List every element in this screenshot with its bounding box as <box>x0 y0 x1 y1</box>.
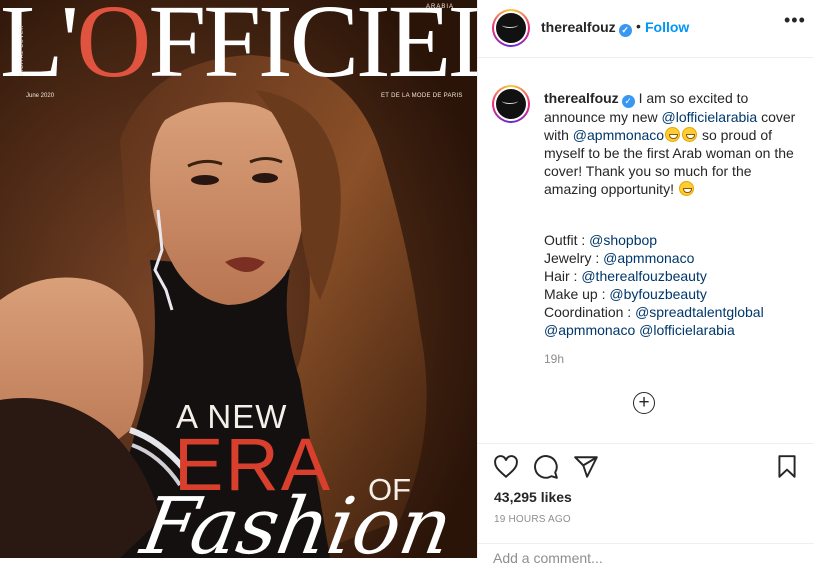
credit-row: Jewelry : @apmmonaco <box>544 249 806 267</box>
credit-label: Coordination : <box>544 304 636 320</box>
cover-arabia: ARABIA <box>426 4 455 10</box>
mention-link[interactable]: @shopbop <box>589 232 657 248</box>
add-comment-bar: Add a comment... <box>478 543 814 566</box>
mention-link[interactable]: @apmmonaco <box>573 127 664 143</box>
credit-row: Coordination : @spreadtalentglobal <box>544 303 806 321</box>
grin-emoji-icon <box>665 127 681 142</box>
comment-icon[interactable] <box>533 454 559 480</box>
caption-username[interactable]: therealfouz <box>544 90 619 106</box>
credit-label: Make up : <box>544 286 610 302</box>
mention-link[interactable]: @byfouzbeauty <box>609 286 707 302</box>
post-actions: 43,295 likes 19 HOURS AGO Add a comment.… <box>478 443 814 566</box>
verified-badge-icon: ✓ <box>618 24 632 37</box>
bookmark-icon[interactable] <box>774 454 800 480</box>
caption-verified-badge-icon: ✓ <box>621 95 635 108</box>
credit-label: Hair : <box>544 268 582 284</box>
post-image[interactable]: L'OFFICIEL ARABIA DIGITAL COVER June 202… <box>0 0 477 558</box>
post-header: therealfouz ✓ • Follow ••• <box>478 0 814 58</box>
mention-link[interactable]: @lofficielarabia <box>662 109 758 125</box>
mention-link[interactable]: @apmmonaco @lofficielarabia <box>544 322 735 338</box>
cover-date: June 2020 <box>26 93 55 99</box>
mention-link[interactable]: @spreadtalentglobal <box>635 304 764 320</box>
caption: therealfouz ✓ I am so excited to announce… <box>544 89 806 198</box>
mention-link[interactable]: @therealfouzbeauty <box>581 268 707 284</box>
credit-row: Make up : @byfouzbeauty <box>544 285 806 303</box>
credit-row: @apmmonaco @lofficielarabia <box>544 321 806 339</box>
grin-emoji-icon <box>678 181 694 196</box>
caption-timestamp[interactable]: 19h <box>544 352 564 366</box>
post-side-panel: therealfouz ✓ • Follow ••• therealfouz ✓ I… <box>477 0 814 566</box>
add-comment-input[interactable]: Add a comment... <box>493 550 603 566</box>
mention-link[interactable]: @apmmonaco <box>603 250 694 266</box>
header-separator: • <box>636 18 641 34</box>
cover-tagline: ET DE LA MODE DE PARIS <box>381 93 463 99</box>
cover-masthead: L'OFFICIEL <box>0 0 477 94</box>
follow-button[interactable]: Follow <box>645 19 689 35</box>
header-username[interactable]: therealfouz ✓ <box>541 19 632 37</box>
cover-digital-label: DIGITAL COVER <box>19 24 25 76</box>
masthead-o: O <box>76 0 151 99</box>
credit-label: Jewelry : <box>544 250 604 266</box>
cover-line-fashion: Fashion <box>135 482 459 558</box>
grin-emoji-icon <box>682 127 698 142</box>
more-options-icon[interactable]: ••• <box>784 10 806 31</box>
credit-label: Outfit : <box>544 232 590 248</box>
avatar[interactable] <box>492 9 530 47</box>
comments-area[interactable]: therealfouz ✓ I am so excited to announce… <box>478 58 814 443</box>
header-username-text[interactable]: therealfouz <box>541 19 616 35</box>
masthead-l: L' <box>0 0 79 99</box>
heart-icon[interactable] <box>493 454 519 480</box>
caption-credits: Outfit : @shopbop Jewelry : @apmmonaco H… <box>544 231 806 339</box>
credit-row: Hair : @therealfouzbeauty <box>544 267 806 285</box>
masthead-rest: FFICIEL <box>148 0 477 99</box>
credit-row: Outfit : @shopbop <box>544 231 806 249</box>
post-time-ago[interactable]: 19 HOURS AGO <box>494 514 571 525</box>
caption-avatar[interactable] <box>492 85 530 123</box>
plus-circle-icon[interactable]: + <box>633 392 655 414</box>
likes-count[interactable]: 43,295 likes <box>494 489 572 505</box>
share-icon[interactable] <box>573 454 599 480</box>
